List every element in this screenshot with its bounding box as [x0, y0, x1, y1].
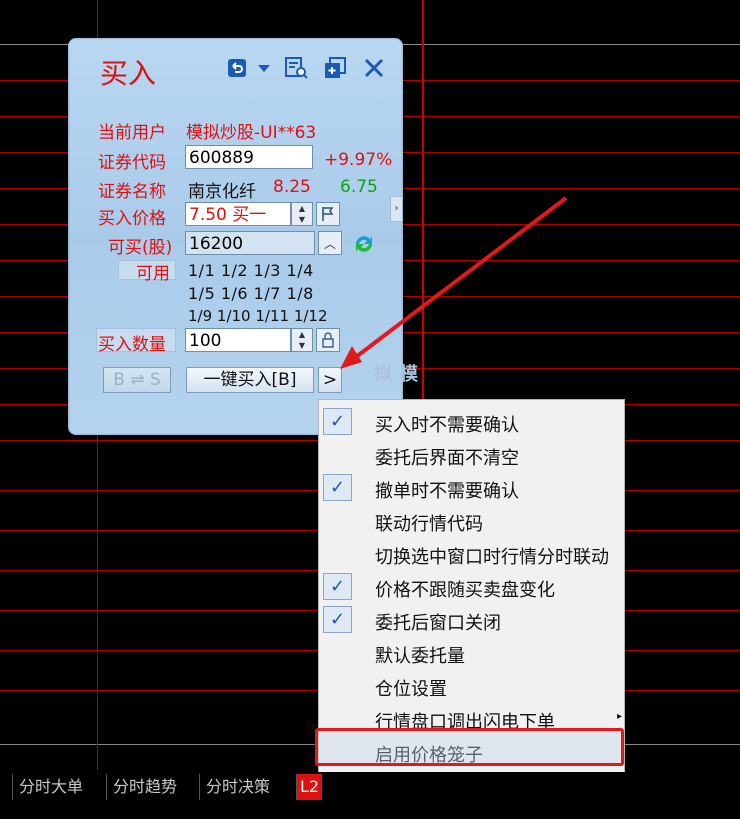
tab-intraday-trend[interactable]: 分时趋势: [106, 774, 183, 800]
menu-item[interactable]: ✓ 价格不跟随买卖盘变化: [319, 571, 624, 604]
menu-item[interactable]: 委托后界面不清空: [319, 439, 624, 472]
submenu-arrow-icon: ▸: [616, 711, 622, 722]
menu-item-label: 买入时不需要确认: [375, 415, 519, 436]
menu-item[interactable]: 仓位设置: [319, 670, 624, 703]
menu-item-label: 撤单时不需要确认: [375, 481, 519, 502]
tab-intraday-decision[interactable]: 分时决策: [199, 774, 276, 800]
menu-item-label: 价格不跟随买卖盘变化: [375, 580, 555, 601]
tab-intraday-big-order[interactable]: 分时大单: [12, 774, 89, 800]
annotation-highlight-box: [315, 728, 624, 766]
menu-item-label: 委托后界面不清空: [375, 448, 519, 469]
menu-item[interactable]: 联动行情代码: [319, 505, 624, 538]
menu-item-label: 仓位设置: [375, 679, 447, 700]
checkmark-icon: ✓: [323, 573, 352, 600]
menu-item[interactable]: 切换选中窗口时行情分时联动: [319, 538, 624, 571]
menu-item[interactable]: 默认委托量: [319, 637, 624, 670]
menu-item[interactable]: ✓ 撤单时不需要确认: [319, 472, 624, 505]
checkmark-icon: ✓: [323, 474, 352, 501]
menu-item-label: 切换选中窗口时行情分时联动: [375, 547, 609, 568]
menu-item[interactable]: ✓ 委托后窗口关闭: [319, 604, 624, 637]
checkmark-icon: ✓: [323, 408, 352, 435]
menu-item-label: 默认委托量: [375, 646, 465, 667]
menu-item-label: 联动行情代码: [375, 514, 483, 535]
checkmark-icon: ✓: [323, 606, 352, 633]
menu-item-label: 委托后窗口关闭: [375, 613, 501, 634]
bottom-tab-bar: 分时大单 分时趋势 分时决策 L2: [0, 772, 740, 802]
menu-item[interactable]: ✓ 买入时不需要确认: [319, 406, 624, 439]
tab-l2[interactable]: L2: [296, 774, 323, 800]
